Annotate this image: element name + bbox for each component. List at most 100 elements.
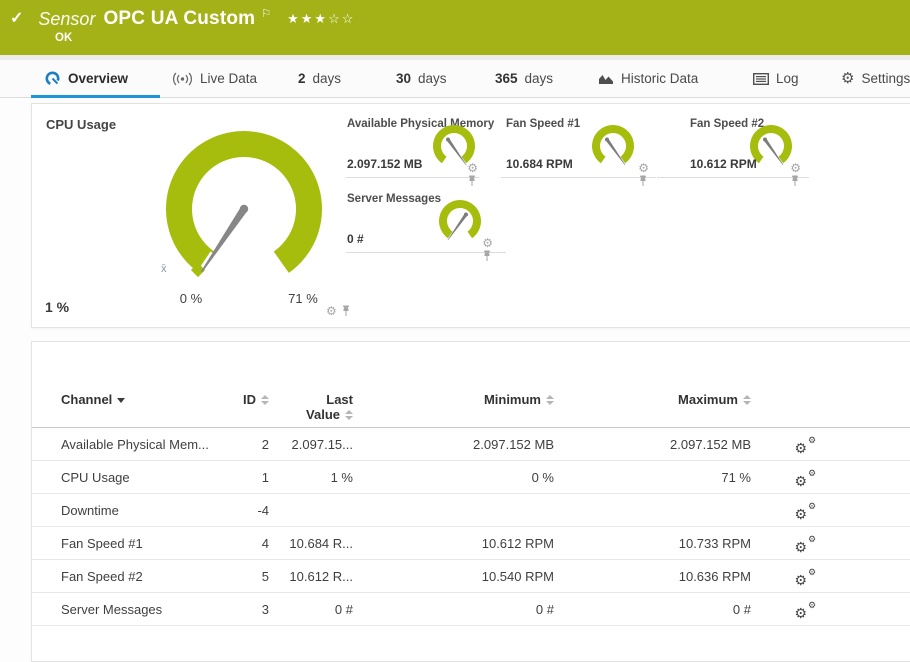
priority-stars[interactable]: ★★★☆☆ <box>287 11 355 27</box>
table-body: Available Physical Mem... 2 2.097.15... … <box>32 428 910 626</box>
live-data-icon <box>173 72 192 85</box>
tab-30-days[interactable]: 30 days <box>396 60 447 97</box>
maximum-value: 10.636 RPM <box>678 568 751 584</box>
cpu-usage-gauge <box>166 131 322 278</box>
page-title: OPC UA Custom <box>103 8 256 29</box>
gauge-cell-server-messages: Server Messages 0 # ⚙ <box>346 186 506 261</box>
table-row[interactable]: Available Physical Mem... 2 2.097.15... … <box>32 428 910 461</box>
table-row[interactable]: CPU Usage 1 1 % 0 % 71 % ⚙ ⚙ <box>32 461 910 494</box>
last-value: 0 # <box>334 601 353 617</box>
tab-label: Historic Data <box>621 71 699 86</box>
table-row[interactable]: Downtime -4 ⚙ ⚙ <box>32 494 910 527</box>
gear-icon: ⚙ <box>841 70 855 87</box>
column-label: ID <box>243 392 256 407</box>
gauge-icon <box>45 71 60 86</box>
gauge-value: 2.097.152 MB <box>347 157 423 171</box>
tab-label: Live Data <box>200 71 258 86</box>
tab-bar: Overview Live Data 2 days 30 days 365 da… <box>0 60 910 98</box>
status-check-icon: ✓ <box>10 10 24 27</box>
tab-number: 2 <box>298 71 306 86</box>
table-row[interactable]: Fan Speed #2 5 10.612 R... 10.540 RPM 10… <box>32 560 910 593</box>
table-row[interactable]: Fan Speed #1 4 10.684 R... 10.612 RPM 10… <box>32 527 910 560</box>
tab-label: Overview <box>68 71 129 86</box>
gauge-needle <box>200 206 248 273</box>
column-header-id[interactable]: ID <box>239 392 269 407</box>
column-header-maximum[interactable]: Maximum <box>554 392 751 407</box>
channel-table-panel: Channel ID Last Value Minimum Maximum Av… <box>31 341 910 662</box>
primary-gauge-value: 1 % <box>45 299 70 315</box>
flag-icon[interactable]: ⚐ <box>261 7 271 20</box>
last-value: 10.612 R... <box>289 568 353 584</box>
primary-gauge-title: CPU Usage <box>46 117 117 132</box>
tab-historic-data[interactable]: Historic Data <box>598 60 698 97</box>
tab-label: Settings <box>861 71 910 86</box>
server-messages-gauge <box>439 200 481 241</box>
gauge-min-label: 0 % <box>179 291 203 306</box>
sort-icon <box>345 409 353 420</box>
column-label: Last <box>326 392 353 407</box>
channel-name[interactable]: Fan Speed #2 <box>61 569 239 584</box>
gauge-settings-gear-icon[interactable]: ⚙ <box>326 305 337 317</box>
column-label: Maximum <box>678 392 738 407</box>
pin-icon[interactable] <box>482 250 492 262</box>
channel-id: -4 <box>257 502 269 518</box>
tab-365-days[interactable]: 365 days <box>495 60 553 97</box>
column-header-last-value[interactable]: Last Value <box>269 392 353 422</box>
channel-name[interactable]: Downtime <box>61 503 239 518</box>
gauge-settings-gear-icon[interactable]: ⚙ <box>482 237 493 249</box>
maximum-value: 71 % <box>721 469 751 485</box>
minimum-value: 0 # <box>535 601 554 617</box>
active-tab-underline <box>31 95 160 98</box>
pin-icon[interactable] <box>790 175 800 187</box>
tab-number: 365 <box>495 71 518 86</box>
channel-id: 1 <box>261 469 269 485</box>
channel-name[interactable]: Server Messages <box>61 602 239 617</box>
gauge-title: Server Messages <box>347 193 441 205</box>
gauge-value: 0 # <box>347 232 364 246</box>
table-row[interactable]: Server Messages 3 0 # 0 # 0 # ⚙ ⚙ <box>32 593 910 626</box>
minimum-value: 2.097.152 MB <box>473 436 554 452</box>
last-value: 1 % <box>330 469 353 485</box>
fan1-gauge <box>592 125 634 166</box>
average-marker-label: x̄ <box>161 263 167 275</box>
sensor-header: ✓ Sensor OPC UA Custom ⚐ ★★★☆☆ OK <box>0 0 910 55</box>
tab-settings[interactable]: ⚙ Settings <box>841 60 910 97</box>
column-header-channel[interactable]: Channel <box>61 392 239 407</box>
sensor-kind-label: Sensor <box>38 8 96 29</box>
last-value: 2.097.15... <box>291 436 353 452</box>
minimum-value: 10.540 RPM <box>481 568 554 584</box>
channel-name[interactable]: Fan Speed #1 <box>61 536 239 551</box>
maximum-value: 2.097.152 MB <box>670 436 751 452</box>
gauge-settings-gear-icon[interactable]: ⚙ <box>467 162 478 174</box>
tab-label: Log <box>776 71 799 86</box>
tab-2-days[interactable]: 2 days <box>298 60 341 97</box>
gauge-value: 10.684 RPM <box>506 157 573 171</box>
chevron-down-icon <box>117 398 126 403</box>
table-header-row: Channel ID Last Value Minimum Maximum <box>32 382 910 428</box>
column-label: Minimum <box>483 392 541 407</box>
gauge-value: 10.612 RPM <box>690 157 757 171</box>
tab-overview[interactable]: Overview <box>44 60 128 97</box>
channel-name[interactable]: Available Physical Mem... <box>61 437 239 452</box>
sort-icon <box>743 394 751 405</box>
gauge-settings-gear-icon[interactable]: ⚙ <box>638 162 649 174</box>
area-chart-icon <box>599 75 613 84</box>
tab-live-data[interactable]: Live Data <box>172 60 257 97</box>
maximum-value: 10.733 RPM <box>678 535 751 551</box>
channel-id: 2 <box>261 436 269 452</box>
column-header-minimum[interactable]: Minimum <box>353 392 554 407</box>
tab-label: days <box>312 71 342 86</box>
pin-icon[interactable] <box>638 175 648 187</box>
minimum-value: 0 % <box>531 469 554 485</box>
minimum-value: 10.612 RPM <box>481 535 554 551</box>
tab-log[interactable]: Log <box>753 60 799 97</box>
gauge-settings-gear-icon[interactable]: ⚙ <box>790 162 801 174</box>
channel-name[interactable]: CPU Usage <box>61 470 239 485</box>
sort-icon <box>546 394 554 405</box>
maximum-value: 0 # <box>732 601 751 617</box>
gauges-panel: CPU Usage x̄ 0 % 71 % 1 % ⚙ Available Ph… <box>31 103 910 328</box>
pin-icon[interactable] <box>341 305 351 317</box>
tab-label: days <box>524 71 554 86</box>
column-label: Value <box>306 407 340 422</box>
gauge-max-label: 71 % <box>288 291 318 306</box>
